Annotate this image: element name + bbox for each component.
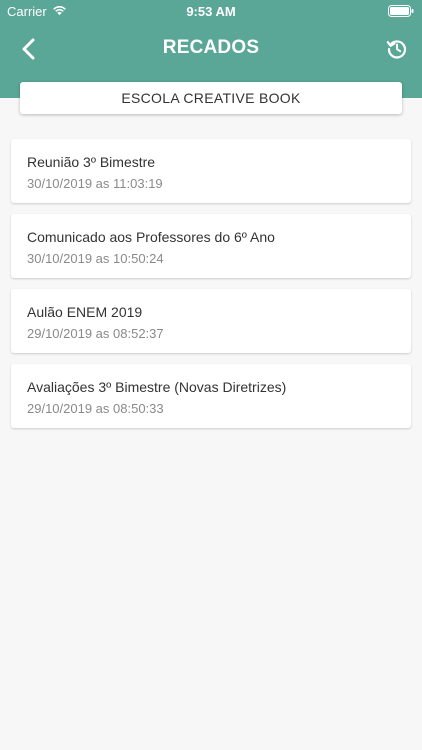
message-card[interactable]: Comunicado aos Professores do 6º Ano 30/… xyxy=(11,214,411,278)
message-card[interactable]: Aulão ENEM 2019 29/10/2019 as 08:52:37 xyxy=(11,289,411,353)
message-date: 29/10/2019 as 08:50:33 xyxy=(27,401,164,416)
message-title: Avaliações 3º Bimestre (Novas Diretrizes… xyxy=(27,379,287,395)
message-date: 30/10/2019 as 10:50:24 xyxy=(27,251,164,266)
school-name: ESCOLA CREATIVE BOOK xyxy=(121,90,301,106)
battery-icon xyxy=(388,5,414,17)
status-time: 9:53 AM xyxy=(186,4,236,19)
message-list: Reunião 3º Bimestre 30/10/2019 as 11:03:… xyxy=(11,139,411,439)
message-title: Reunião 3º Bimestre xyxy=(27,154,156,170)
message-card[interactable]: Reunião 3º Bimestre 30/10/2019 as 11:03:… xyxy=(11,139,411,203)
school-name-bar[interactable]: ESCOLA CREATIVE BOOK xyxy=(20,82,402,114)
message-title: Comunicado aos Professores do 6º Ano xyxy=(27,229,275,245)
page-title: RECADOS xyxy=(162,37,260,58)
history-refresh-icon[interactable] xyxy=(386,38,408,60)
status-bar: Carrier 9:53 AM xyxy=(0,0,422,22)
message-title: Aulão ENEM 2019 xyxy=(27,304,143,320)
message-date: 29/10/2019 as 08:52:37 xyxy=(27,326,164,341)
message-card[interactable]: Avaliações 3º Bimestre (Novas Diretrizes… xyxy=(11,364,411,428)
message-date: 30/10/2019 as 11:03:19 xyxy=(27,176,163,191)
